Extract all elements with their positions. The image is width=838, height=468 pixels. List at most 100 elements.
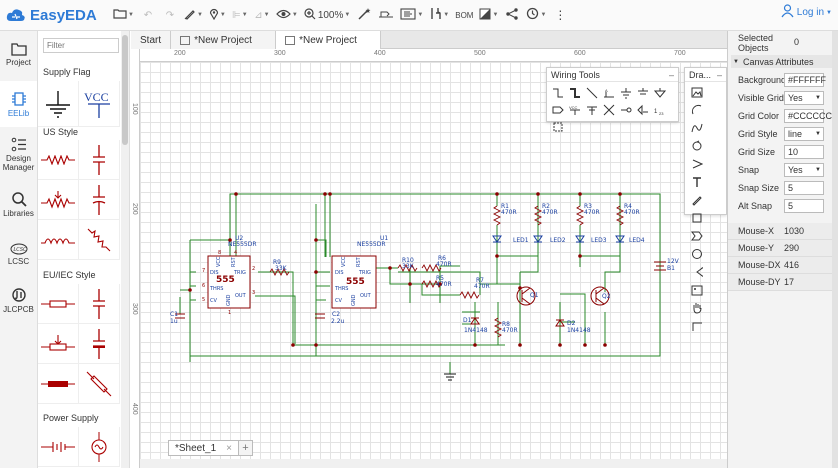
image-tool[interactable] xyxy=(687,83,706,101)
vcc-symbol[interactable]: VCC xyxy=(79,81,120,127)
rectangle-tool[interactable] xyxy=(687,209,706,227)
properties-scrollbar[interactable] xyxy=(832,31,838,468)
voltage-probe-tool[interactable] xyxy=(584,102,599,117)
sidebar-item-jlcpcb[interactable]: JLCPCB xyxy=(0,277,37,323)
pie-tool[interactable] xyxy=(687,263,706,281)
sidebar-item-design-manager[interactable]: Design Manager xyxy=(0,127,37,181)
place-menu-button[interactable]: ▼ xyxy=(209,3,226,27)
minimize-icon[interactable]: – xyxy=(669,70,674,80)
u2-ne555[interactable]: U2 NE555DR 555 DIS THRS CV TRIG OUT VCC … xyxy=(207,235,257,309)
alt-snap-input[interactable]: 5 xyxy=(784,199,824,213)
potentiometer-eu-symbol[interactable] xyxy=(38,324,79,364)
zoom-menu-button[interactable]: 100% ▼ xyxy=(304,3,350,27)
grid-color-input[interactable]: #CCCCCC xyxy=(784,109,832,123)
distribute-menu-button[interactable]: ⊿ ▼ xyxy=(254,3,270,27)
design-rule-button[interactable] xyxy=(356,3,372,27)
u1-ne555[interactable]: U1 NE555DR 555 DIS THRS CV TRIG OUT VCC … xyxy=(331,235,388,309)
polarized-capacitor-symbol[interactable] xyxy=(79,180,120,220)
netlabel-tool[interactable]: A xyxy=(601,85,616,100)
bus-tool[interactable] xyxy=(567,85,582,100)
variable-resistor-eu-symbol[interactable] xyxy=(79,364,120,404)
easyeda-app: EasyEDA ▼ ↶ ↷ ▼ ▼ ⊫ ▼ ⊿ ▼ ▼ 100% ▼ ▼ ▼ BOM … xyxy=(0,0,838,468)
canvas-horizontal-scrollbar[interactable] xyxy=(140,459,727,468)
snap-select[interactable]: Yes ▼ xyxy=(784,163,824,177)
inductor-us-symbol[interactable] xyxy=(38,220,79,260)
netflag-gnd-tool[interactable] xyxy=(618,85,633,100)
visible-grid-select[interactable]: Yes ▼ xyxy=(784,91,824,105)
text-tool[interactable] xyxy=(687,173,706,191)
battery-symbol[interactable] xyxy=(38,427,79,467)
arc-tool[interactable] xyxy=(687,101,706,119)
redo-button[interactable]: ↷ xyxy=(162,3,178,27)
no-connect-tool[interactable] xyxy=(601,102,616,117)
ac-source-symbol[interactable] xyxy=(79,427,120,467)
netflag-vcc-tool[interactable] xyxy=(635,85,650,100)
ellipse-tool[interactable] xyxy=(687,245,706,263)
sidebar-item-project[interactable]: Project xyxy=(0,31,37,77)
grid-style-select[interactable]: line ▼ xyxy=(784,127,824,141)
inductor-eu-symbol[interactable] xyxy=(38,364,79,404)
analog-ground-tool[interactable] xyxy=(652,85,667,100)
filter-input[interactable] xyxy=(43,38,119,53)
potentiometer-us-symbol[interactable] xyxy=(38,180,79,220)
library-scrollbar[interactable] xyxy=(121,31,129,468)
circle-icon xyxy=(691,249,702,259)
bus-entry-tool[interactable] xyxy=(584,85,599,100)
line-tool[interactable] xyxy=(687,191,706,209)
capacitor-polarized-icon xyxy=(92,184,106,215)
sidebar-item-libraries[interactable]: Libraries xyxy=(0,181,37,227)
ground-symbol[interactable] xyxy=(38,81,79,127)
origin-tool[interactable] xyxy=(687,317,706,335)
vcc-flag-tool[interactable]: VCC xyxy=(567,102,582,117)
settings-menu-button[interactable]: ⋮ xyxy=(552,3,568,27)
background-color-input[interactable]: #FFFFFF xyxy=(784,73,826,87)
sheet-tab[interactable]: *Sheet_1 × xyxy=(168,440,239,456)
wire-tool[interactable] xyxy=(550,85,565,100)
bezier-tool[interactable] xyxy=(687,119,706,137)
draw-menu-button[interactable]: ▼ xyxy=(184,3,203,27)
close-icon[interactable]: × xyxy=(226,443,232,454)
group-pin-tool[interactable] xyxy=(635,102,650,117)
sidebar-item-eelib[interactable]: EELib xyxy=(0,81,37,127)
pin-tool[interactable] xyxy=(618,102,633,117)
add-sheet-button[interactable]: + xyxy=(239,440,253,456)
tab-new-project-2[interactable]: *New Project xyxy=(276,31,382,49)
tab-new-project-1[interactable]: *New Project xyxy=(171,31,277,49)
netport-tool[interactable] xyxy=(550,102,565,117)
sequence-tool[interactable]: 1 23 xyxy=(652,102,667,117)
file-menu-button[interactable]: ▼ xyxy=(113,3,134,27)
capacitor-symbol[interactable] xyxy=(79,140,120,180)
tools-menu-button[interactable]: ▼ xyxy=(429,3,449,27)
resistor-eu-symbol[interactable] xyxy=(38,284,79,324)
capacitor-eu-symbol[interactable] xyxy=(79,284,120,324)
polygon-tool[interactable] xyxy=(687,227,706,245)
tab-start[interactable]: Start xyxy=(131,31,172,49)
scrollbar-thumb[interactable] xyxy=(122,35,128,145)
login-button[interactable]: Log in ▼ xyxy=(781,4,832,21)
freehand-tool[interactable] xyxy=(687,137,706,155)
minimize-icon[interactable]: – xyxy=(717,70,722,80)
share-button[interactable] xyxy=(504,3,520,27)
history-button[interactable]: ▼ xyxy=(526,3,546,27)
pan-tool[interactable] xyxy=(687,299,706,317)
variable-resistor-symbol[interactable] xyxy=(79,220,120,260)
resistor-us-symbol[interactable] xyxy=(38,140,79,180)
arrow-tool[interactable] xyxy=(687,155,706,173)
snap-size-input[interactable]: 5 xyxy=(784,181,824,195)
undo-button[interactable]: ↶ xyxy=(140,3,156,27)
theme-menu-button[interactable]: ▼ xyxy=(479,3,498,27)
netlabel-button[interactable] xyxy=(378,3,394,27)
bom-button[interactable]: BOM xyxy=(455,3,473,27)
schematic-canvas[interactable]: U2 NE555DR 555 DIS THRS CV TRIG OUT VCC … xyxy=(140,62,727,468)
view-menu-button[interactable]: ▼ xyxy=(276,3,298,27)
picture-tool[interactable] xyxy=(687,281,706,299)
frame-tool[interactable] xyxy=(550,119,565,134)
app-logo[interactable]: EasyEDA xyxy=(0,7,110,24)
align-menu-button[interactable]: ⊫ ▼ xyxy=(232,3,248,27)
polarized-capacitor-eu-symbol[interactable] xyxy=(79,324,120,364)
export-menu-button[interactable]: ▼ xyxy=(400,3,423,27)
toolkit-icon xyxy=(429,7,442,23)
grid-size-input[interactable]: 10 xyxy=(784,145,824,159)
canvas-attributes-header[interactable]: ▼ Canvas Attributes xyxy=(731,55,836,68)
sidebar-item-lcsc[interactable]: LCSC LCSC xyxy=(0,231,37,277)
